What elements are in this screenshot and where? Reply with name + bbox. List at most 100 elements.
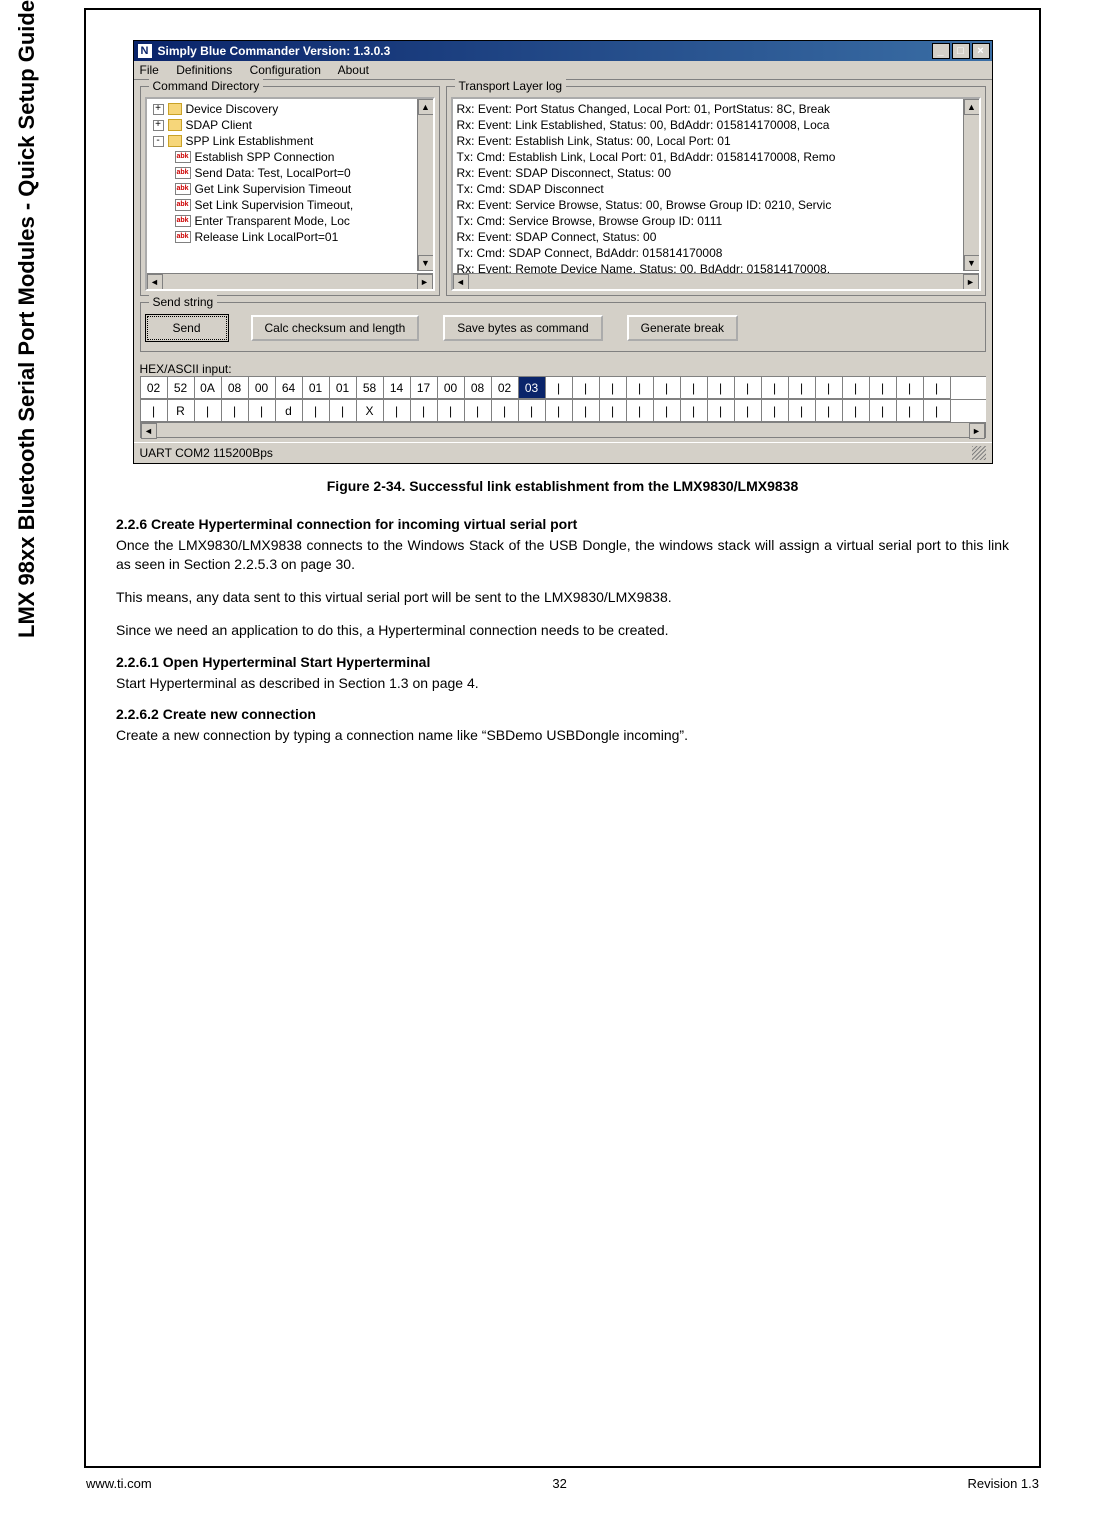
hex-cell[interactable]: | [492, 400, 519, 422]
expander-icon[interactable]: + [153, 104, 164, 115]
expander-icon[interactable]: + [153, 120, 164, 131]
hex-cell[interactable]: | [789, 377, 816, 399]
hex-cell[interactable]: | [735, 400, 762, 422]
menu-file[interactable]: File [140, 63, 159, 77]
hex-cell[interactable]: | [789, 400, 816, 422]
hex-cell[interactable]: 08 [465, 377, 492, 399]
hex-row-1[interactable]: 02520A080064010158141700080203||||||||||… [140, 376, 986, 399]
maximize-button[interactable]: □ [952, 43, 970, 59]
scroll-up-icon[interactable]: ▲ [418, 99, 434, 115]
tree-leaf[interactable]: abkGet Link Supervision Timeout [151, 181, 415, 197]
tree-folder[interactable]: +Device Discovery [151, 101, 415, 117]
vscrollbar[interactable]: ▲ ▼ [417, 99, 433, 271]
hex-cell[interactable]: | [222, 400, 249, 422]
log-line[interactable]: Tx: Cmd: Service Browse, Browse Group ID… [457, 213, 961, 229]
scroll-down-icon[interactable]: ▼ [418, 255, 434, 271]
hex-cell[interactable]: | [897, 377, 924, 399]
hex-cell[interactable]: | [735, 377, 762, 399]
hex-cell[interactable]: | [600, 377, 627, 399]
hex-cell[interactable]: | [843, 377, 870, 399]
hex-cell[interactable]: d [276, 400, 303, 422]
vscrollbar[interactable]: ▲ ▼ [963, 99, 979, 271]
tree-leaf[interactable]: abkSend Data: Test, LocalPort=0 [151, 165, 415, 181]
hex-cell[interactable]: 08 [222, 377, 249, 399]
hex-cell[interactable]: | [627, 400, 654, 422]
hex-cell[interactable]: | [438, 400, 465, 422]
hex-cell[interactable]: | [546, 377, 573, 399]
hscrollbar[interactable]: ◄ ► [453, 273, 979, 289]
hex-cell[interactable]: | [924, 400, 951, 422]
menu-definitions[interactable]: Definitions [176, 63, 232, 77]
scroll-right-icon[interactable]: ► [963, 274, 979, 290]
log-line[interactable]: Tx: Cmd: Establish Link, Local Port: 01,… [457, 149, 961, 165]
hex-cell[interactable]: | [762, 400, 789, 422]
hex-cell[interactable]: | [303, 400, 330, 422]
hex-cell[interactable]: 02 [492, 377, 519, 399]
minimize-button[interactable]: _ [932, 43, 950, 59]
hex-cell[interactable]: 14 [384, 377, 411, 399]
hex-row-2[interactable]: |R|||d||X||||||||||||||||||||| [140, 399, 986, 422]
hex-cell[interactable]: | [195, 400, 222, 422]
expander-icon[interactable]: - [153, 136, 164, 147]
hscrollbar[interactable]: ◄ ► [147, 273, 433, 289]
hex-cell[interactable]: 03 [519, 377, 546, 399]
save-bytes-button[interactable]: Save bytes as command [443, 315, 602, 341]
tree-leaf[interactable]: abkSet Link Supervision Timeout, [151, 197, 415, 213]
log-line[interactable]: Rx: Event: Link Established, Status: 00,… [457, 117, 961, 133]
hex-cell[interactable]: | [546, 400, 573, 422]
log-line[interactable]: Rx: Event: Service Browse, Status: 00, B… [457, 197, 961, 213]
hex-cell[interactable]: | [573, 377, 600, 399]
hex-hscrollbar[interactable]: ◄ ► [140, 422, 986, 438]
hex-cell[interactable]: | [573, 400, 600, 422]
tree-folder[interactable]: +SDAP Client [151, 117, 415, 133]
hex-cell[interactable]: 02 [141, 377, 168, 399]
resize-grip-icon[interactable] [972, 446, 986, 460]
hex-cell[interactable]: | [654, 400, 681, 422]
log-line[interactable]: Tx: Cmd: SDAP Connect, BdAddr: 015814170… [457, 245, 961, 261]
log-line[interactable]: Rx: Event: Establish Link, Status: 00, L… [457, 133, 961, 149]
tree-folder[interactable]: -SPP Link Establishment [151, 133, 415, 149]
hex-cell[interactable]: | [411, 400, 438, 422]
tree-leaf[interactable]: abkEstablish SPP Connection [151, 149, 415, 165]
tree-leaf[interactable]: abkRelease Link LocalPort=01 [151, 229, 415, 245]
log-line[interactable]: Rx: Event: Port Status Changed, Local Po… [457, 101, 961, 117]
scroll-left-icon[interactable]: ◄ [147, 274, 163, 290]
menu-about[interactable]: About [338, 63, 369, 77]
log-line[interactable]: Rx: Event: SDAP Disconnect, Status: 00 [457, 165, 961, 181]
hex-cell[interactable]: | [465, 400, 492, 422]
send-button[interactable]: Send [147, 316, 227, 340]
scroll-right-icon[interactable]: ► [969, 423, 985, 439]
hex-cell[interactable]: | [870, 400, 897, 422]
hex-cell[interactable]: | [870, 377, 897, 399]
hex-cell[interactable]: 52 [168, 377, 195, 399]
hex-cell[interactable]: X [357, 400, 384, 422]
hex-cell[interactable]: | [141, 400, 168, 422]
scroll-left-icon[interactable]: ◄ [453, 274, 469, 290]
hex-cell[interactable]: 01 [330, 377, 357, 399]
hex-cell[interactable]: | [816, 377, 843, 399]
calc-checksum-button[interactable]: Calc checksum and length [251, 315, 420, 341]
log-line[interactable]: Tx: Cmd: SDAP Disconnect [457, 181, 961, 197]
hex-cell[interactable]: | [681, 377, 708, 399]
hex-cell[interactable]: | [816, 400, 843, 422]
hex-cell[interactable]: 00 [438, 377, 465, 399]
scroll-left-icon[interactable]: ◄ [141, 423, 157, 439]
hex-cell[interactable]: | [762, 377, 789, 399]
scroll-up-icon[interactable]: ▲ [964, 99, 980, 115]
log-line[interactable]: Rx: Event: SDAP Connect, Status: 00 [457, 229, 961, 245]
hex-cell[interactable]: | [708, 400, 735, 422]
scroll-right-icon[interactable]: ► [417, 274, 433, 290]
hex-cell[interactable]: 00 [249, 377, 276, 399]
generate-break-button[interactable]: Generate break [627, 315, 738, 341]
hex-cell[interactable]: 17 [411, 377, 438, 399]
hex-cell[interactable]: | [654, 377, 681, 399]
hex-cell[interactable]: | [924, 377, 951, 399]
transport-log-list[interactable]: Rx: Event: Port Status Changed, Local Po… [451, 97, 981, 291]
command-directory-tree[interactable]: +Device Discovery+SDAP Client-SPP Link E… [145, 97, 435, 291]
hex-cell[interactable]: 01 [303, 377, 330, 399]
scroll-down-icon[interactable]: ▼ [964, 255, 980, 271]
menu-configuration[interactable]: Configuration [250, 63, 321, 77]
hex-cell[interactable]: R [168, 400, 195, 422]
hex-cell[interactable]: | [708, 377, 735, 399]
hex-cell[interactable]: 64 [276, 377, 303, 399]
